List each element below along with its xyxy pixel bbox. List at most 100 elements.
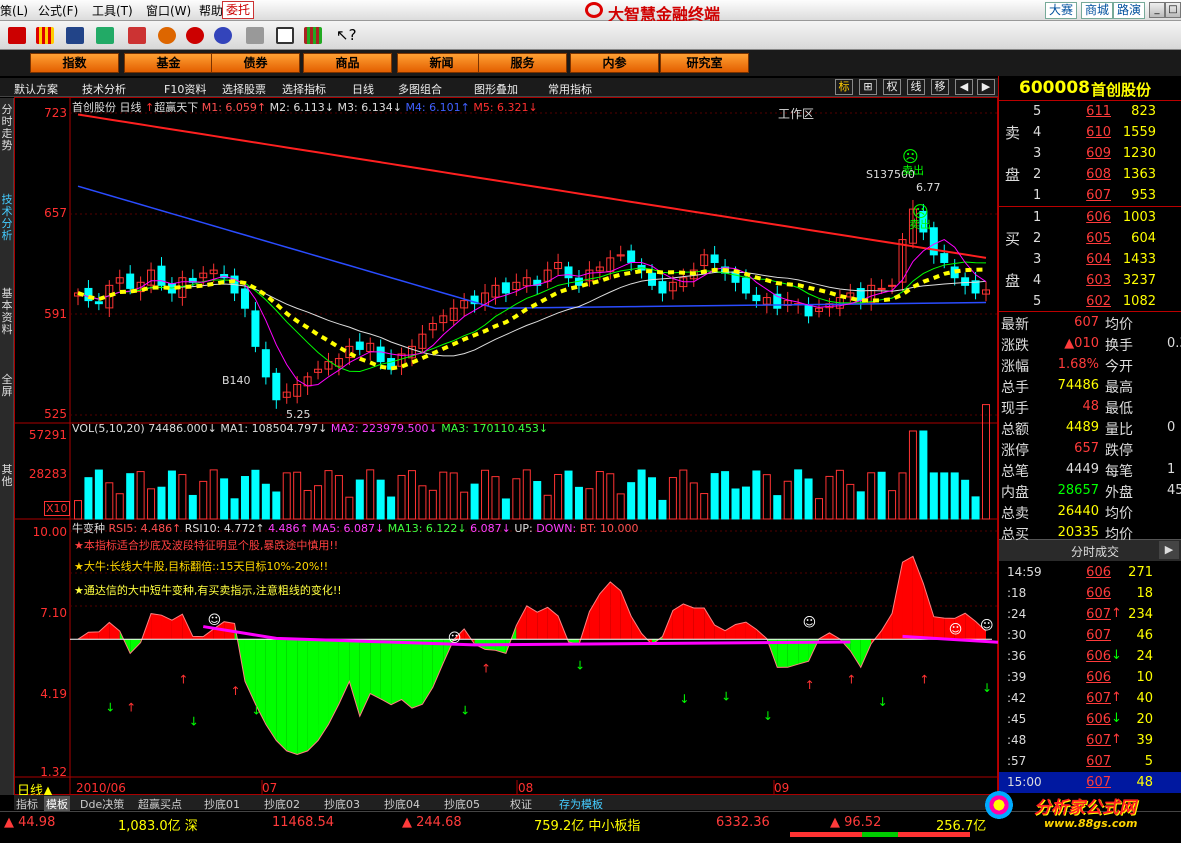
menu-tools[interactable]: 工具(T) xyxy=(92,2,133,19)
binoculars-icon[interactable] xyxy=(66,27,84,44)
tick-row: :18 606 18 xyxy=(999,583,1181,604)
tab-chaodi04[interactable]: 抄底04 xyxy=(384,796,420,812)
vol-value: 74486.000↓ xyxy=(148,422,217,435)
volume-bar xyxy=(783,480,792,520)
target-icon[interactable] xyxy=(186,27,204,44)
func-btn-rights[interactable]: 权 xyxy=(883,79,901,95)
trade-button[interactable]: 委托 xyxy=(222,1,254,19)
indicator-area xyxy=(276,639,287,751)
sidebar-other[interactable]: 其他 xyxy=(0,464,14,488)
func-multi-chart[interactable]: 多图组合 xyxy=(398,81,442,97)
func-overlay[interactable]: 图形叠加 xyxy=(474,81,518,97)
nav-index[interactable]: 指数 xyxy=(30,53,119,73)
barcode-icon[interactable] xyxy=(36,27,54,44)
func-btn-move[interactable]: 移 xyxy=(931,79,949,95)
func-btn-line[interactable]: 线 xyxy=(907,79,925,95)
keyboard-icon[interactable] xyxy=(8,27,26,44)
tab-chaodi02[interactable]: 抄底02 xyxy=(264,796,300,812)
indicator-area xyxy=(599,581,611,640)
volume-bar xyxy=(595,471,604,520)
candle-body xyxy=(94,301,103,305)
volume-legend: VOL(5,10,20) 74486.000↓ MA1: 108504.797↓… xyxy=(72,422,548,435)
sell-level-row[interactable]: 3 609 1230 xyxy=(999,143,1181,164)
func-next-icon[interactable]: ▶ xyxy=(977,79,995,95)
menu-formula[interactable]: 公式(F) xyxy=(38,2,78,19)
tab-warrant[interactable]: 权证 xyxy=(510,796,532,812)
sell-level-row[interactable]: 1 607 953 xyxy=(999,185,1181,206)
tab-chaodi03[interactable]: 抄底03 xyxy=(324,796,360,812)
buy-level-row[interactable]: 5 602 1082 xyxy=(999,291,1181,312)
func-select-stock[interactable]: 选择股票 xyxy=(222,81,266,97)
nav-service[interactable]: 服务 xyxy=(478,53,567,73)
quote-value: ▲010 xyxy=(1064,336,1099,351)
sidebar-intraday[interactable]: 分时走势 xyxy=(0,104,14,152)
nav-fund[interactable]: 基金 xyxy=(124,53,213,73)
menu-window[interactable]: 窗口(W) xyxy=(146,2,191,19)
func-tech-analysis[interactable]: 技术分析 xyxy=(82,81,126,97)
tab-template[interactable]: 模板 xyxy=(44,796,70,812)
tab-chaoying[interactable]: 超赢买点 xyxy=(138,796,182,812)
buy-level-row[interactable]: 3 604 1433 xyxy=(999,249,1181,270)
menu-strategy[interactable]: 策(L) xyxy=(0,2,28,19)
level-number: 5 xyxy=(1033,104,1042,119)
tab-save-template[interactable]: 存为模板 xyxy=(559,796,603,812)
nav-insider[interactable]: 内参 xyxy=(570,53,659,73)
buy-level-row[interactable]: 1 606 1003 xyxy=(999,207,1181,228)
func-btn-mark[interactable]: 标 xyxy=(835,79,853,95)
volume-bar xyxy=(721,471,730,520)
books-icon[interactable] xyxy=(304,27,322,44)
sell-level-row[interactable]: 2 608 1363 xyxy=(999,164,1181,185)
indicator-area xyxy=(589,593,600,640)
func-btn-grid[interactable]: ⊞ xyxy=(859,79,877,95)
tab-dde[interactable]: Dde决策 xyxy=(80,796,124,812)
buy-level-row[interactable]: 4 603 3237 xyxy=(999,270,1181,291)
volume-bar xyxy=(741,486,750,520)
tick-volume: 5 xyxy=(1144,754,1153,769)
maximize-icon[interactable]: □ xyxy=(1165,2,1181,18)
func-prev-icon[interactable]: ◀ xyxy=(955,79,973,95)
nav-research[interactable]: 研究室 xyxy=(660,53,749,73)
print-icon[interactable] xyxy=(246,27,264,44)
tick-volume: 271 xyxy=(1128,565,1153,580)
sell-level-row[interactable]: 4 610 1559 xyxy=(999,122,1181,143)
volume-bar xyxy=(961,479,970,520)
kline-chart[interactable]: ↓ ↑ ↑ ↓ ↑ ↓ ↓ ↑ ↓ ↓ ↓ ↓ ↑ ↑ ↓ ↑ ↓ ☺ ☺ ☺ ☺ ☺ xyxy=(14,97,998,795)
roadshow-button[interactable]: 路演 xyxy=(1113,2,1146,19)
x-date-08: 08 xyxy=(518,781,534,795)
buy-level-row[interactable]: 2 605 604 xyxy=(999,228,1181,249)
diamond-icon[interactable] xyxy=(158,27,176,44)
func-select-indicator[interactable]: 选择指标 xyxy=(282,81,326,97)
func-common-indicators[interactable]: 常用指标 xyxy=(548,81,592,97)
chevron-right-icon[interactable]: ▶ xyxy=(1159,541,1179,559)
nav-bond[interactable]: 债券 xyxy=(211,53,300,73)
sidebar-fullscreen[interactable]: 全屏 xyxy=(0,374,14,398)
stock-header: 600008 首创股份 xyxy=(999,76,1181,100)
minimize-icon[interactable]: _ xyxy=(1149,2,1165,18)
level-number: 1 xyxy=(1033,210,1042,225)
sell-level-row[interactable]: 5 611 823 xyxy=(999,101,1181,122)
volume-bar xyxy=(971,496,980,520)
nav-news[interactable]: 新闻 xyxy=(397,53,486,73)
func-f10[interactable]: F10资料 xyxy=(164,81,206,97)
tab-indicator[interactable]: 指标 xyxy=(16,796,38,812)
ind-up: UP: xyxy=(514,522,533,535)
tab-chaodi05[interactable]: 抄底05 xyxy=(444,796,480,812)
sidebar-tech[interactable]: 技术分析 xyxy=(0,194,14,242)
export-icon[interactable] xyxy=(128,27,146,44)
indicator-area xyxy=(725,624,736,640)
indicator-area xyxy=(620,590,632,640)
help-cursor-icon[interactable]: ↖? xyxy=(336,27,357,44)
func-daily[interactable]: 日线 xyxy=(352,81,374,97)
func-default-scheme[interactable]: 默认方案 xyxy=(14,81,58,97)
sidebar-fundamental[interactable]: 基本资料 xyxy=(0,288,14,336)
mall-button[interactable]: 商城 xyxy=(1081,2,1114,19)
nav-commodity[interactable]: 商品 xyxy=(303,53,392,73)
tab-chaodi01[interactable]: 抄底01 xyxy=(204,796,240,812)
indicator-area xyxy=(171,614,183,640)
sell-label-2: 卖出 xyxy=(909,218,931,231)
globe-icon[interactable] xyxy=(214,27,232,44)
tools-icon[interactable] xyxy=(96,27,114,44)
volume-bar xyxy=(407,470,416,520)
contest-button[interactable]: 大赛 xyxy=(1045,2,1078,19)
window-icon[interactable] xyxy=(276,27,294,44)
